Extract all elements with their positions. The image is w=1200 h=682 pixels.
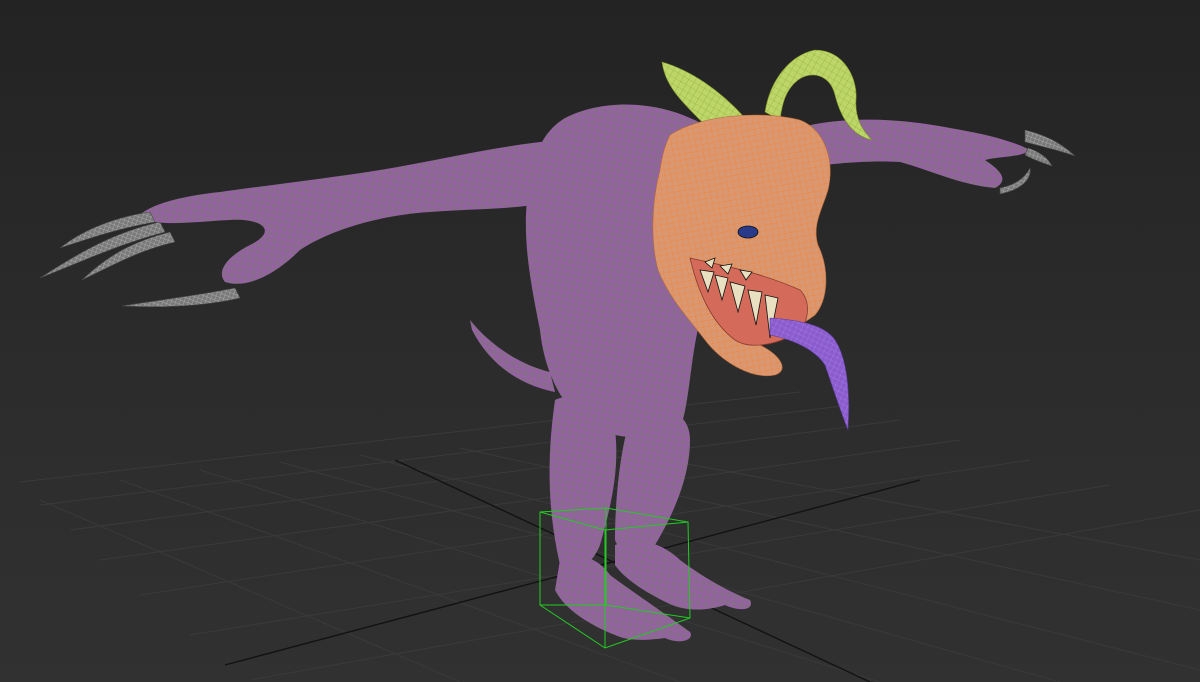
viewport-canvas[interactable]	[0, 0, 1200, 682]
creature-left-arm[interactable]	[140, 140, 560, 284]
left-hand-claws[interactable]	[39, 211, 241, 308]
perspective-viewport[interactable]	[0, 0, 1200, 682]
creature-eye	[737, 225, 759, 239]
right-hand-claws[interactable]	[999, 129, 1076, 195]
